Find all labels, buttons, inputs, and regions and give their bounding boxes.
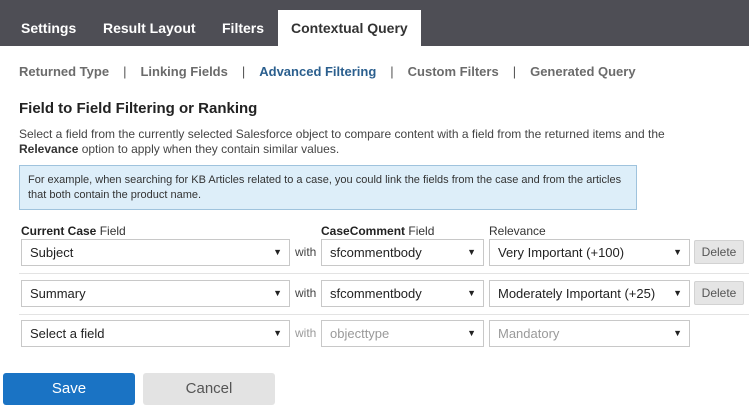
- comment-field-select[interactable]: sfcommentbody ▼: [321, 280, 484, 307]
- subnav-separator: |: [512, 64, 517, 79]
- subnav-linking-fields[interactable]: Linking Fields: [140, 64, 227, 79]
- description-text: Select a field from the currently select…: [19, 127, 665, 141]
- select-value: Summary: [30, 286, 86, 301]
- comment-field-select[interactable]: objecttype ▼: [321, 320, 484, 347]
- select-value: Mandatory: [498, 326, 560, 341]
- current-field-select[interactable]: Summary ▼: [21, 280, 290, 307]
- dropdown-arrow-icon: ▼: [273, 288, 282, 298]
- dropdown-arrow-icon: ▼: [467, 247, 476, 257]
- dropdown-arrow-icon: ▼: [467, 288, 476, 298]
- row-divider: [19, 314, 749, 315]
- row-divider: [19, 273, 749, 274]
- relevance-select[interactable]: Very Important (+100) ▼: [489, 239, 690, 266]
- description-text-end: option to apply when they contain simila…: [78, 142, 340, 156]
- tab-bar: Settings Result Layout Filters Contextua…: [0, 0, 749, 46]
- description-bold: Relevance: [19, 142, 79, 156]
- with-label: with: [295, 326, 317, 340]
- current-field-select[interactable]: Subject ▼: [21, 239, 290, 266]
- subnav-generated-query[interactable]: Generated Query: [530, 64, 636, 79]
- subnav-advanced-filtering[interactable]: Advanced Filtering: [259, 64, 376, 79]
- select-value: Subject: [30, 245, 74, 260]
- subnav-returned-type[interactable]: Returned Type: [19, 64, 109, 79]
- subnav-separator: |: [123, 64, 127, 79]
- select-value: Very Important (+100): [498, 245, 625, 260]
- subnav-separator: |: [390, 64, 394, 79]
- select-value: objecttype: [330, 326, 390, 341]
- select-value: sfcommentbody: [330, 245, 422, 260]
- dropdown-arrow-icon: ▼: [673, 288, 682, 298]
- with-label: with: [295, 245, 317, 259]
- column-header-relevance: Relevance: [489, 224, 546, 238]
- subnav-custom-filters[interactable]: Custom Filters: [408, 64, 499, 79]
- tab-contextual-query[interactable]: Contextual Query: [278, 10, 421, 46]
- column-header-current-bold: Current Case: [21, 224, 97, 238]
- select-value: Moderately Important (+25): [498, 286, 656, 301]
- column-header-current-rest: Field: [96, 224, 126, 238]
- column-header-comment-field: CaseComment Field: [321, 224, 434, 238]
- tab-settings[interactable]: Settings: [21, 10, 76, 46]
- select-value: sfcommentbody: [330, 286, 422, 301]
- delete-button[interactable]: Delete: [694, 240, 744, 264]
- dropdown-arrow-icon: ▼: [673, 328, 682, 338]
- column-header-comment-rest: Field: [405, 224, 435, 238]
- delete-button[interactable]: Delete: [694, 281, 744, 305]
- comment-field-select[interactable]: sfcommentbody ▼: [321, 239, 484, 266]
- relevance-select[interactable]: Moderately Important (+25) ▼: [489, 280, 690, 307]
- section-description: Select a field from the currently select…: [19, 127, 679, 157]
- current-field-select[interactable]: Select a field ▼: [21, 320, 290, 347]
- section-title: Field to Field Filtering or Ranking: [19, 100, 258, 117]
- dropdown-arrow-icon: ▼: [673, 247, 682, 257]
- dropdown-arrow-icon: ▼: [273, 328, 282, 338]
- column-header-comment-bold: CaseComment: [321, 224, 406, 238]
- info-box: For example, when searching for KB Artic…: [19, 165, 637, 210]
- tab-filters[interactable]: Filters: [222, 10, 264, 46]
- cancel-button[interactable]: Cancel: [143, 373, 275, 405]
- relevance-select[interactable]: Mandatory ▼: [489, 320, 690, 347]
- subnav-separator: |: [241, 64, 246, 79]
- column-header-current-field: Current Case Field: [21, 224, 126, 238]
- sub-navigation: Returned Type | Linking Fields | Advanced Fi…: [19, 64, 636, 80]
- save-button[interactable]: Save: [3, 373, 135, 405]
- dropdown-arrow-icon: ▼: [467, 328, 476, 338]
- select-value: Select a field: [30, 326, 105, 341]
- tab-result-layout[interactable]: Result Layout: [103, 10, 196, 46]
- dropdown-arrow-icon: ▼: [273, 247, 282, 257]
- with-label: with: [295, 286, 317, 300]
